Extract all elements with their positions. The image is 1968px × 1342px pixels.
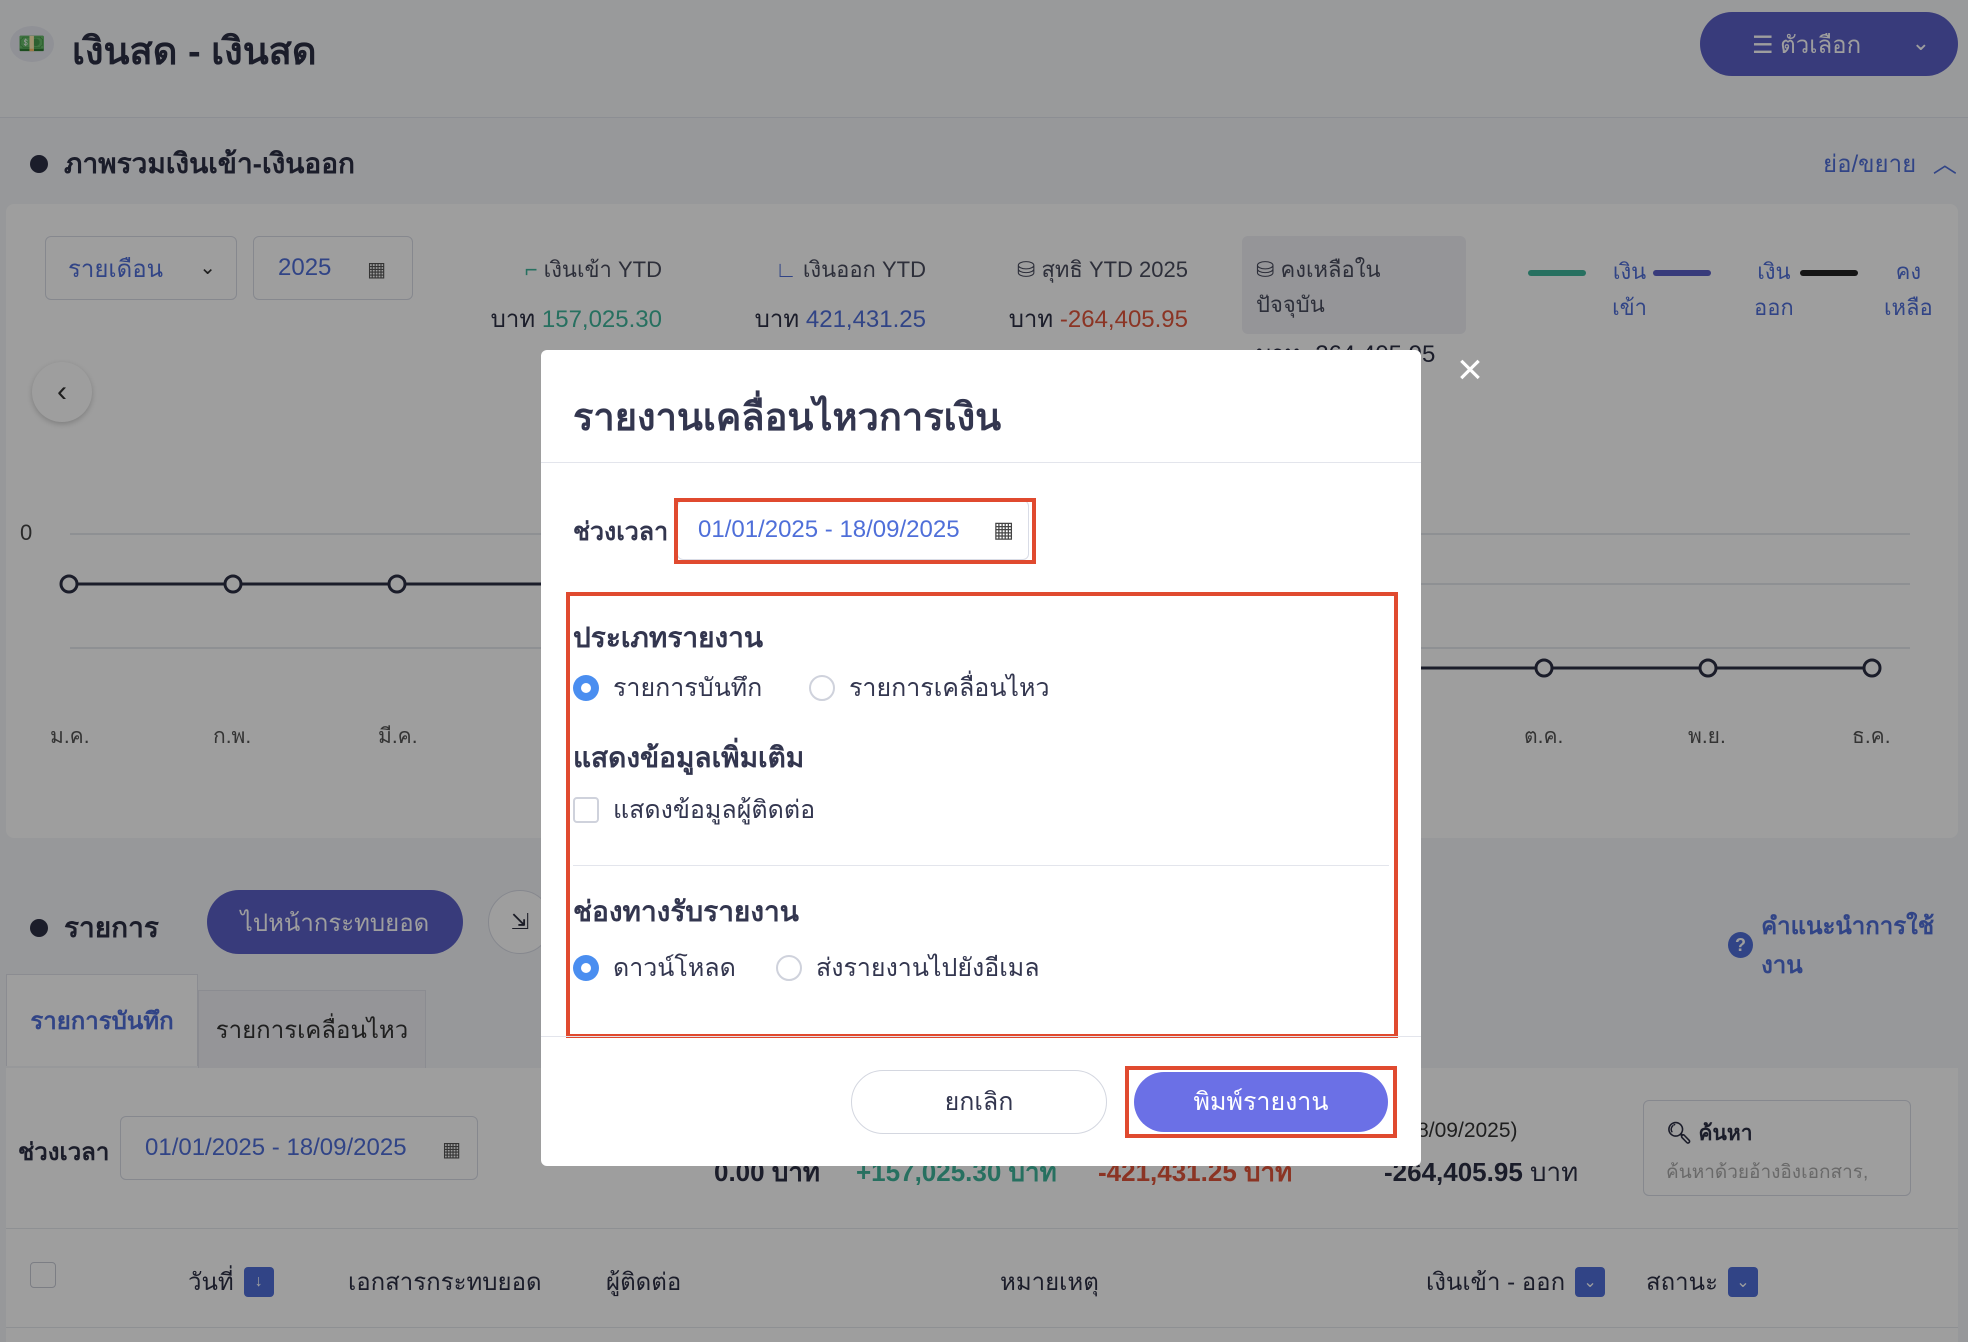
radio-selected[interactable] (573, 675, 599, 701)
channel-title: ช่องทางรับรายงาน (573, 896, 799, 927)
channel-email-label: ส่งรายงานไปยังอีเมล (816, 954, 1040, 982)
report-modal: รายงานเคลื่อนไหวการเงิน ช่วงเวลา 01/01/2… (541, 350, 1421, 1166)
radio-unselected[interactable] (776, 955, 802, 981)
report-type-movements-label: รายการเคลื่อนไหว (849, 674, 1050, 702)
show-contact-label: แสดงข้อมูลผู้ติดต่อ (613, 796, 816, 824)
channel-email[interactable]: ส่งรายงานไปยังอีเมล (776, 948, 1040, 988)
report-type-records-label: รายการบันทึก (613, 674, 763, 702)
cancel-button[interactable]: ยกเลิก (851, 1070, 1107, 1134)
close-icon[interactable]: × (1450, 348, 1490, 392)
highlight-date-range (674, 498, 1036, 564)
range-label: ช่วงเวลา (573, 518, 669, 546)
report-type-movements[interactable]: รายการเคลื่อนไหว (809, 668, 1050, 708)
divider (573, 865, 1389, 866)
radio-selected[interactable] (573, 955, 599, 981)
report-type-title: ประเภทรายงาน (573, 622, 764, 653)
modal-title: รายงานเคลื่อนไหวการเงิน (573, 397, 1002, 439)
show-contact-checkbox[interactable] (573, 797, 599, 823)
highlight-print-button (1125, 1066, 1397, 1138)
divider (541, 1036, 1421, 1037)
channel-download[interactable]: ดาวน์โหลด (573, 948, 736, 988)
divider (541, 462, 1421, 463)
channel-download-label: ดาวน์โหลด (613, 954, 736, 982)
extra-info-title: แสดงข้อมูลเพิ่มเติม (573, 742, 805, 773)
report-type-records[interactable]: รายการบันทึก (573, 668, 762, 708)
show-contact-option[interactable]: แสดงข้อมูลผู้ติดต่อ (573, 790, 815, 830)
radio-unselected[interactable] (809, 675, 835, 701)
